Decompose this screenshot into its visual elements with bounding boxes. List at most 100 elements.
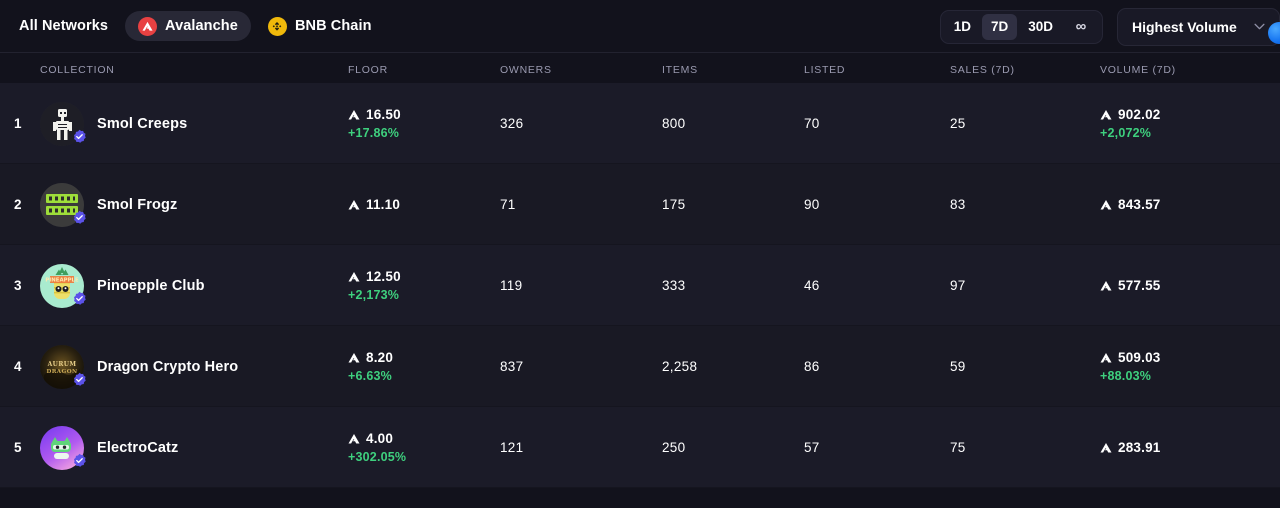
network-tab-avalanche[interactable]: Avalanche <box>125 11 251 41</box>
row-rank: 5 <box>14 440 22 455</box>
network-tab-all-networks[interactable]: All Networks <box>6 11 121 41</box>
column-header-floor: FLOOR <box>348 64 388 76</box>
sort-dropdown[interactable]: Highest Volume <box>1117 7 1280 46</box>
network-tab-label: Avalanche <box>165 18 238 34</box>
table-row[interactable]: 3 PINEAPPLE Pinoepple Club 12.50 +2,173%… <box>0 245 1280 326</box>
sales-value: 25 <box>950 116 966 131</box>
verified-badge-icon <box>74 453 86 467</box>
table-row[interactable]: 1 Smol Creeps 16.50 +17.86% 326 800 70 2… <box>0 83 1280 164</box>
time-range-selector: 1D 7D 30D ∞ <box>939 9 1103 44</box>
avax-icon <box>138 16 158 36</box>
toolbar: All Networks Avalanche BNB Chain 1D 7D 3… <box>0 0 1280 53</box>
avax-token-icon <box>348 271 360 281</box>
items-value: 800 <box>662 116 686 131</box>
volume-price: 577.55 <box>1100 278 1280 293</box>
collection-name: Dragon Crypto Hero <box>97 358 239 375</box>
owners-value: 837 <box>500 359 524 374</box>
avatar <box>40 101 86 146</box>
floor-price: 11.10 <box>348 197 500 212</box>
volume-cell: 843.57 <box>1100 197 1280 212</box>
collection-name: ElectroCatz <box>97 439 179 456</box>
listed-value: 86 <box>804 359 820 374</box>
volume-change: +88.03% <box>1100 369 1152 383</box>
floor-price: 4.00 <box>348 431 500 446</box>
floor-price: 16.50 <box>348 107 500 122</box>
items-value: 2,258 <box>662 359 698 374</box>
floor-change: +2,173% <box>348 288 400 302</box>
row-rank: 1 <box>14 116 22 131</box>
volume-cell: 902.02 +2,072% <box>1100 107 1280 140</box>
floor-change: +17.86% <box>348 126 400 140</box>
collection-cell[interactable]: Smol Frogz <box>40 182 348 227</box>
network-tab-label: All Networks <box>19 18 109 34</box>
floor-value: 8.20 <box>366 350 394 365</box>
volume-price: 902.02 <box>1100 107 1280 122</box>
collection-name: Pinoepple Club <box>97 277 205 294</box>
avax-token-icon <box>1100 280 1112 290</box>
avatar: AURUM DRAGON <box>40 344 86 389</box>
time-range-1d[interactable]: 1D <box>945 14 980 40</box>
column-header-listed: LISTED <box>804 64 846 76</box>
network-tab-bnb-chain[interactable]: BNB Chain <box>255 11 385 41</box>
volume-change: +2,072% <box>1100 126 1152 140</box>
floor-price: 12.50 <box>348 269 500 284</box>
listed-value: 90 <box>804 197 820 212</box>
sort-dropdown-value: Highest Volume <box>1132 18 1237 35</box>
volume-price: 843.57 <box>1100 197 1280 212</box>
time-range-7d[interactable]: 7D <box>981 13 1018 40</box>
collection-name: Smol Creeps <box>97 115 188 132</box>
items-value: 333 <box>662 278 686 293</box>
floor-cell: 12.50 +2,173% <box>348 269 500 302</box>
collection-cell[interactable]: Smol Creeps <box>40 101 348 146</box>
network-tab-label: BNB Chain <box>294 18 372 34</box>
time-range-30d[interactable]: 30D <box>1019 14 1062 40</box>
svg-text:AURUM: AURUM <box>47 361 77 368</box>
table-header: COLLECTION FLOOR OWNERS ITEMS LISTED SAL… <box>0 53 1280 83</box>
volume-value: 283.91 <box>1118 440 1161 455</box>
owners-value: 71 <box>500 197 516 212</box>
avax-token-icon <box>1100 352 1112 362</box>
collection-cell[interactable]: AURUM DRAGON Dragon Crypto Hero <box>40 344 348 389</box>
collection-cell[interactable]: ElectroCatz <box>40 425 348 470</box>
items-value: 175 <box>662 197 686 212</box>
listed-value: 70 <box>804 116 820 131</box>
avax-token-icon <box>348 352 360 362</box>
table-row[interactable]: 2 Smol Frogz 11.10 71 175 90 83 843.57 <box>0 164 1280 245</box>
row-rank: 3 <box>14 278 22 293</box>
avatar <box>40 425 86 470</box>
table-row[interactable]: 4 AURUM DRAGON Dragon Crypto Hero 8.20 +… <box>0 326 1280 407</box>
floor-cell: 8.20 +6.63% <box>348 350 500 383</box>
collection-cell[interactable]: PINEAPPLE Pinoepple Club <box>40 263 348 308</box>
column-header-volume: VOLUME (7D) <box>1100 64 1176 76</box>
time-range-all[interactable]: ∞ <box>1064 14 1098 40</box>
volume-price: 283.91 <box>1100 440 1280 455</box>
toolbar-right: 1D 7D 30D ∞ Highest Volume <box>939 0 1280 53</box>
owners-value: 326 <box>500 116 524 131</box>
bnb-icon <box>267 16 287 36</box>
listed-value: 57 <box>804 440 820 455</box>
avax-token-icon <box>1100 442 1112 452</box>
row-rank: 4 <box>14 359 22 374</box>
collection-name: Smol Frogz <box>97 196 178 213</box>
floor-cell: 4.00 +302.05% <box>348 431 500 464</box>
avatar: PINEAPPLE <box>40 263 86 308</box>
volume-value: 577.55 <box>1118 278 1161 293</box>
column-header-sales: SALES (7D) <box>950 64 1015 76</box>
volume-cell: 577.55 <box>1100 278 1280 293</box>
verified-badge-icon <box>74 372 86 386</box>
verified-badge-icon <box>74 291 86 305</box>
volume-value: 902.02 <box>1118 107 1161 122</box>
sales-value: 59 <box>950 359 966 374</box>
table-row[interactable]: 5 ElectroCatz 4.00 +302.05% 121 250 57 7… <box>0 407 1280 488</box>
floor-change: +302.05% <box>348 450 407 464</box>
volume-value: 843.57 <box>1118 197 1161 212</box>
floor-price: 8.20 <box>348 350 500 365</box>
sales-value: 83 <box>950 197 966 212</box>
owners-value: 119 <box>500 278 523 293</box>
column-header-items: ITEMS <box>662 64 698 76</box>
avax-token-icon <box>1100 199 1112 209</box>
collections-table-body: 1 Smol Creeps 16.50 +17.86% 326 800 70 2… <box>0 83 1280 488</box>
sales-value: 75 <box>950 440 966 455</box>
floor-value: 4.00 <box>366 431 394 446</box>
floor-cell: 11.10 <box>348 197 500 212</box>
